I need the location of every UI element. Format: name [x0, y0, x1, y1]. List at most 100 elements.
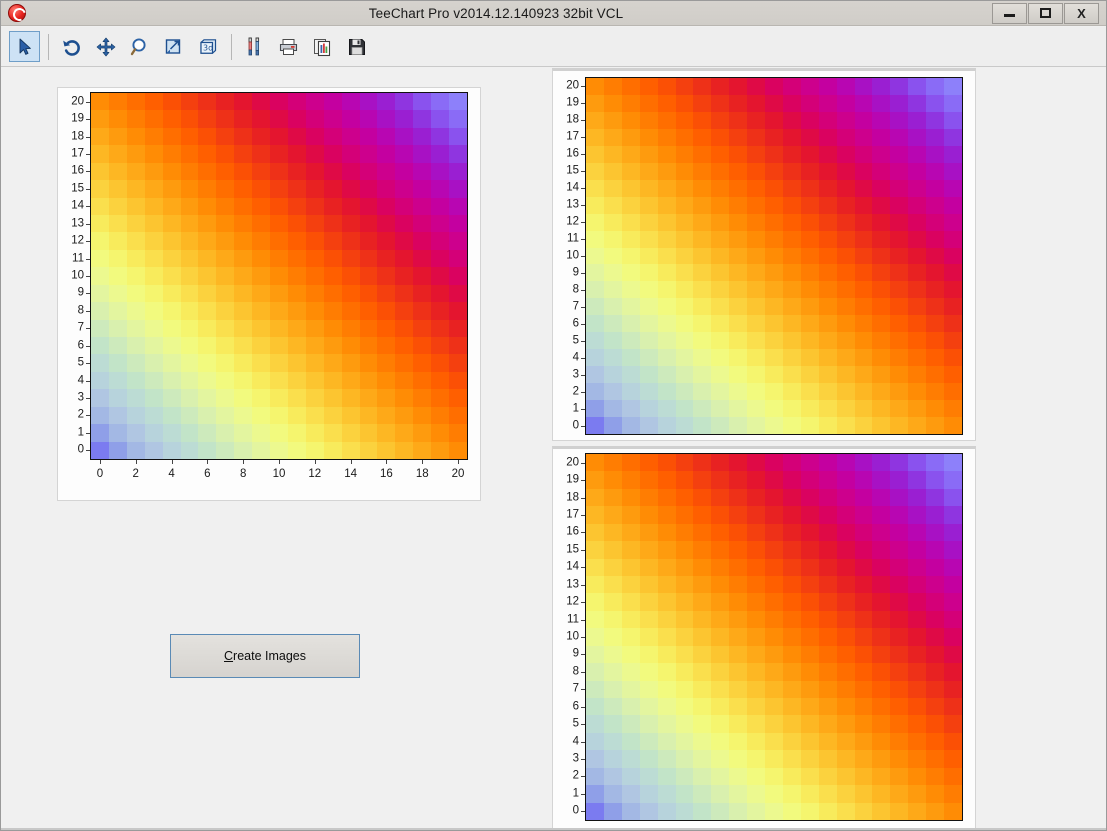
chart-2d-icon — [165, 38, 180, 54]
heatmap-cell — [800, 680, 819, 698]
heatmap-cell — [693, 767, 712, 786]
minimize-button[interactable] — [992, 2, 1027, 24]
heatmap-cell — [252, 267, 271, 285]
print-tool[interactable] — [273, 31, 304, 62]
heatmap-cell — [675, 454, 694, 472]
heatmap-cell — [747, 196, 766, 214]
heatmap-cell — [711, 785, 730, 803]
chart-panel-main[interactable]: 0 1 2 3 4 5 6 7 8 9 10 11 12 13 14 15 16 17 18 19 20 0 2 4 6 8 10… — [57, 87, 481, 501]
heatmap-plot-copy-top[interactable] — [585, 77, 963, 435]
copy-tool[interactable] — [307, 31, 338, 62]
heatmap-cell — [818, 78, 837, 95]
heatmap-cell — [818, 94, 837, 112]
y-axis-label: 5 — [77, 356, 84, 369]
heatmap-cell — [765, 663, 783, 681]
heatmap-cell — [675, 610, 694, 629]
undo-tool[interactable] — [56, 31, 87, 62]
heatmap-cell — [818, 179, 837, 197]
heatmap-cell — [836, 298, 855, 316]
heatmap-cell — [836, 128, 855, 146]
select-arrow-tool[interactable] — [9, 31, 40, 62]
heatmap-cell — [305, 267, 324, 285]
heatmap-cell — [908, 298, 927, 316]
y-axis-label: 7 — [572, 300, 579, 313]
heatmap-cell — [908, 645, 927, 664]
heatmap-cell — [180, 319, 199, 337]
heatmap-cell — [449, 319, 467, 337]
heatmap-cell — [234, 180, 253, 198]
heatmap-cell — [234, 232, 253, 250]
heatmap-cell — [341, 371, 360, 390]
heatmap-cell — [252, 406, 271, 425]
heatmap-cell — [621, 732, 640, 751]
heatmap-cell — [657, 78, 676, 95]
heatmap-cell — [944, 663, 962, 681]
heatmap-cell — [747, 715, 766, 733]
x-axis-tick — [135, 460, 137, 464]
heatmap-cell — [675, 802, 694, 820]
rotate-3d-tool[interactable]: 3d — [192, 31, 223, 62]
heatmap-cell — [729, 230, 748, 248]
y-axis-label: 1 — [572, 787, 579, 800]
heatmap-cell — [91, 302, 109, 320]
heatmap-cell — [800, 645, 819, 664]
heatmap-cell — [144, 284, 163, 303]
heatmap-cell — [126, 180, 145, 198]
heatmap-cell — [765, 715, 783, 733]
heatmap-cell — [729, 400, 748, 418]
zoom-tool[interactable] — [124, 31, 155, 62]
heatmap-cell — [782, 593, 801, 611]
x-axis-copy-bottom — [585, 821, 963, 822]
chart-panel-copy-top[interactable]: 0 1 2 3 4 5 6 7 8 9 10 11 12 13 14 15 16 17 18 19 20 — [552, 68, 976, 441]
y-axis-label: 16 — [566, 147, 579, 160]
heatmap-cell — [216, 110, 235, 128]
pan-tool[interactable] — [90, 31, 121, 62]
save-tool[interactable] — [341, 31, 372, 62]
heatmap-cell — [782, 366, 801, 384]
heatmap-cell — [586, 349, 604, 367]
heatmap-cell — [234, 284, 253, 303]
x-axis-label: 4 — [168, 468, 175, 480]
heatmap-cell — [341, 284, 360, 303]
heatmap-plot-main[interactable] — [90, 92, 468, 460]
maximize-button[interactable] — [1028, 2, 1063, 24]
heatmap-cell — [413, 424, 432, 442]
heatmap-cell — [765, 628, 783, 646]
heatmap-cell — [621, 315, 640, 333]
heatmap-cell — [657, 264, 676, 282]
heatmap-cell — [800, 558, 819, 576]
heatmap-cell — [639, 145, 658, 163]
heatmap-cell — [836, 732, 855, 751]
chart-editor-tool[interactable] — [239, 31, 270, 62]
heatmap-cell — [198, 110, 217, 128]
heatmap-cell — [287, 371, 306, 390]
close-button[interactable]: X — [1064, 2, 1099, 24]
heatmap-cell — [908, 94, 927, 112]
heatmap-cell — [621, 767, 640, 786]
heatmap-cell — [675, 785, 694, 803]
heatmap-plot-copy-bottom[interactable] — [585, 453, 963, 821]
heatmap-cell — [639, 196, 658, 214]
heatmap-cell — [765, 111, 783, 129]
heatmap-cell — [872, 298, 891, 316]
x-axis-tick — [99, 460, 101, 464]
create-images-button[interactable]: Create Images — [170, 634, 360, 678]
heatmap-cell — [890, 506, 909, 524]
heatmap-cell — [908, 349, 927, 367]
heatmap-cell — [449, 267, 467, 285]
heatmap-cell — [252, 180, 271, 198]
heatmap-cell — [162, 424, 181, 442]
heatmap-cell — [926, 610, 945, 629]
heatmap-cell — [449, 371, 467, 390]
heatmap-cell — [657, 680, 676, 698]
heatmap-cell — [908, 400, 927, 418]
heatmap-cell — [765, 349, 783, 367]
heatmap-cell — [908, 506, 927, 524]
normal-view-tool[interactable] — [158, 31, 189, 62]
heatmap-cell — [657, 349, 676, 367]
chart-panel-copy-bottom[interactable]: 0 1 2 3 4 5 6 7 8 9 10 11 12 13 14 15 16 17 18 19 20 — [552, 446, 976, 830]
y-axis-label: 17 — [71, 147, 84, 160]
heatmap-cell — [765, 454, 783, 472]
heatmap-cell — [413, 215, 432, 233]
heatmap-cell — [639, 454, 658, 472]
